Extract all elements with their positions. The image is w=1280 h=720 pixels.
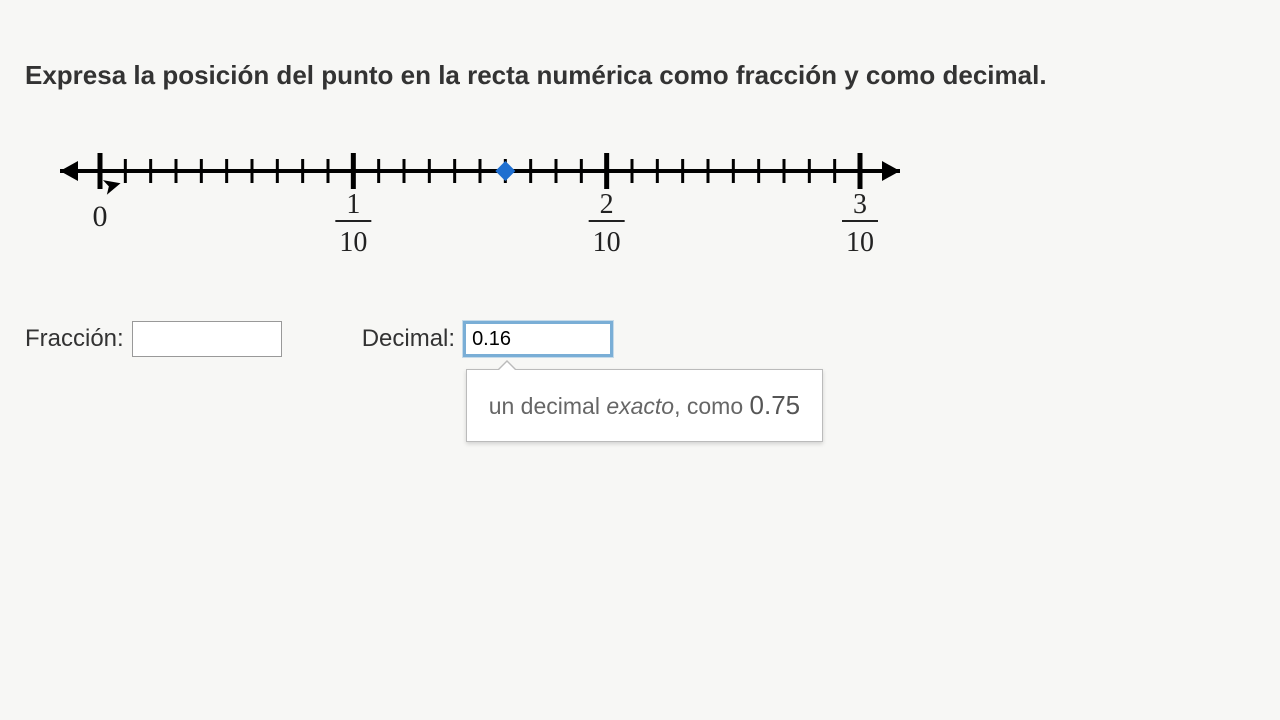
svg-text:0: 0 (93, 200, 108, 233)
decimal-field-group: Decimal: un decimal exacto, como 0.75 (362, 321, 613, 357)
tooltip-text-pre: un decimal (489, 393, 607, 419)
fraction-input[interactable] (132, 321, 282, 357)
svg-text:3: 3 (853, 189, 867, 220)
hint-tooltip: un decimal exacto, como 0.75 (466, 369, 823, 442)
question-prompt: Expresa la posición del punto en la rect… (25, 60, 1255, 91)
svg-text:2: 2 (600, 189, 614, 220)
svg-text:10: 10 (593, 227, 621, 258)
svg-text:10: 10 (846, 227, 874, 258)
decimal-input[interactable] (463, 321, 613, 357)
tooltip-text-mid: , como (674, 393, 749, 419)
tooltip-example: 0.75 (750, 390, 801, 420)
fraction-field-group: Fracción: (25, 321, 282, 357)
tooltip-text-em: exacto (606, 393, 674, 419)
svg-text:10: 10 (339, 227, 367, 258)
fraction-label: Fracción: (25, 325, 124, 353)
number-line: 0110210310 ➤ (40, 141, 1255, 291)
number-line-svg: 0 1 10 2 10 3 10 (40, 141, 920, 291)
svg-text:1: 1 (346, 189, 360, 220)
decimal-label: Decimal: (362, 325, 455, 353)
